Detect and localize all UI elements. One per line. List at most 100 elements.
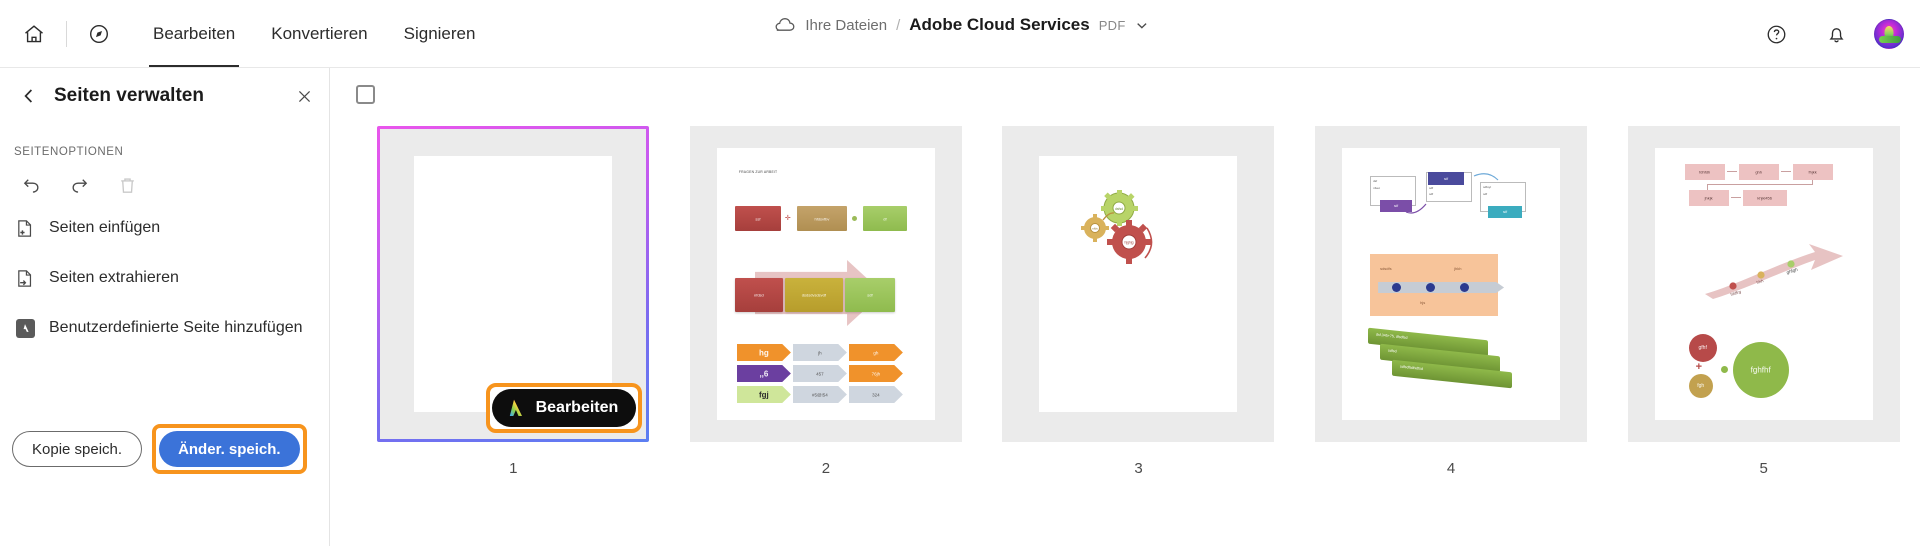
thumbnail-box[interactable]: dsfsd sfds hjghjg [1002, 126, 1275, 442]
p4-timeline-label: jhkh [1454, 266, 1462, 271]
tab-signieren-label: Signieren [403, 23, 476, 43]
page2-heading: FRAGEN ZUR ARBEIT [738, 170, 778, 174]
p2-bar-label: 76jh [871, 371, 881, 376]
close-icon[interactable] [296, 88, 313, 105]
adobe-acrobat-ai-icon [502, 396, 526, 420]
user-avatar[interactable] [1874, 19, 1904, 49]
page-number: 5 [1759, 460, 1768, 477]
thumbnail-strip: Bearbeiten 1 FRAGEN ZUR ARBEIT ssf ✛ hfd… [331, 126, 1920, 546]
sidebar-item-label: Seiten extrahieren [49, 269, 179, 286]
page-canvas: FRAGEN ZUR ARBEIT ssf ✛ hfdsvfbv df nfds… [716, 148, 935, 420]
extract-pages-icon [14, 267, 36, 289]
thumbnail-box[interactable]: fdhfdh ghh fhjkk jhkjk khjkl456 hfdfrg h… [1627, 126, 1900, 442]
sidebar-item-seiten-extrahieren[interactable]: Seiten extrahieren [0, 256, 329, 300]
breadcrumb: Ihre Dateien / Adobe Cloud Services PDF [770, 15, 1149, 35]
page-number: 1 [509, 460, 518, 477]
save-changes-button[interactable]: Änder. speich. [159, 431, 300, 467]
tab-bearbeiten-label: Bearbeiten [153, 23, 236, 43]
p2-bar-label: fgj [759, 390, 769, 399]
plus-icon: + [1695, 361, 1703, 373]
p2-bar-label: 324 [872, 392, 880, 397]
p4-timeline-label: sdsdfs [1380, 266, 1392, 271]
equals-dot-icon [851, 216, 857, 221]
p2-bar-label: gh [873, 350, 879, 355]
p2-box-label: hfdsvfbv [814, 216, 830, 221]
p2-bar-label: #5@!54 [811, 392, 828, 397]
home-icon[interactable] [12, 12, 56, 56]
p2-box-label: sdf [867, 292, 873, 298]
p5-flow-label: fdhfdh [1699, 169, 1711, 175]
p5-circle-label: fghfhf [1750, 365, 1771, 375]
p2-box-label: dsdsdvsdsvdf [801, 292, 826, 298]
breadcrumb-separator: / [896, 16, 901, 34]
p2-bar-label: hg [759, 348, 769, 357]
trash-icon [112, 170, 142, 200]
p5-flow-label: ghh [1755, 169, 1763, 175]
p5-flow-label: jhkjk [1704, 195, 1713, 201]
p5-circle-label: fgh [1697, 383, 1705, 389]
tab-konvertieren[interactable]: Konvertieren [253, 0, 385, 67]
save-copy-button[interactable]: Kopie speich. [12, 431, 143, 467]
page-thumbnail-1: Bearbeiten 1 [357, 126, 670, 477]
p2-bar-label: ,,6 [759, 369, 769, 378]
p5-flow-label: khjkl456 [1757, 195, 1773, 201]
top-bar-left: Bearbeiten Konvertieren Signieren [0, 0, 493, 67]
edit-chip-focus-ring: Bearbeiten [485, 383, 643, 433]
select-all-checkbox[interactable] [356, 85, 375, 104]
adobe-logo-icon [14, 317, 36, 339]
panel-title: Seiten verwalten [54, 85, 204, 106]
sidebar-item-label: Benutzerdefinierte Seite hinzufügen [49, 319, 303, 336]
tab-konvertieren-label: Konvertieren [271, 23, 368, 43]
panel-footer-actions: Kopie speich. Änder. speich. [0, 424, 330, 474]
undo-icon[interactable] [16, 170, 46, 200]
plus-icon: ✛ [784, 215, 791, 222]
p2-box-label: ssf [755, 216, 761, 221]
p2-box-label: nfdsd [753, 292, 764, 298]
help-circle-icon[interactable] [1754, 12, 1798, 56]
thumbnail-box[interactable]: FRAGEN ZUR ARBEIT ssf ✛ hfdsvfbv df nfds… [689, 126, 962, 442]
breadcrumb-filetype: PDF [1098, 17, 1126, 33]
breadcrumb-root[interactable]: Ihre Dateien [805, 17, 887, 34]
p4-timeline-label: hjs [1420, 300, 1426, 305]
bell-icon[interactable] [1814, 12, 1858, 56]
p4-bar-label: dsf,345+75, dfsdfsd [1376, 332, 1408, 340]
page-canvas: fdhfdh ghh fhjkk jhkjk khjkl456 hfdfrg h… [1654, 148, 1873, 420]
toolbar-divider [66, 20, 67, 47]
thumbnail-box[interactable]: Bearbeiten [377, 126, 649, 442]
page-canvas: dsfsd sfds hjghjg [1039, 156, 1238, 412]
page-thumbnail-2: FRAGEN ZUR ARBEIT ssf ✛ hfdsvfbv df nfds… [670, 126, 983, 477]
section-label-seitenoptionen: SEITENOPTIONEN [14, 146, 124, 158]
p5-flow-label: fhjkk [1808, 169, 1817, 175]
page-canvas [414, 156, 613, 412]
top-bar-right [1754, 0, 1904, 68]
p4-bar-label: sdfsd [1388, 348, 1397, 354]
redo-icon[interactable] [64, 170, 94, 200]
sidebar-item-label: Seiten einfügen [49, 219, 161, 236]
sidebar-item-benutzerdefinierte-seite[interactable]: Benutzerdefinierte Seite hinzufügen [0, 306, 329, 350]
compass-icon[interactable] [77, 12, 121, 56]
page-thumbnails-area: Bearbeiten 1 FRAGEN ZUR ARBEIT ssf ✛ hfd… [331, 68, 1920, 546]
sidebar-item-seiten-einfuegen[interactable]: Seiten einfügen [0, 206, 329, 250]
tab-bearbeiten[interactable]: Bearbeiten [135, 0, 253, 67]
page-thumbnail-5: fdhfdh ghh fhjkk jhkjk khjkl456 hfdfrg h… [1607, 126, 1920, 477]
save-changes-focus-ring: Änder. speich. [152, 424, 307, 474]
chevron-left-icon[interactable] [16, 83, 42, 109]
top-bar: Bearbeiten Konvertieren Signieren Ihre D… [0, 0, 1920, 68]
insert-pages-icon [14, 217, 36, 239]
chevron-down-icon[interactable] [1135, 18, 1150, 33]
edit-chip-label: Bearbeiten [535, 399, 619, 416]
manage-pages-panel: Seiten verwalten SEITENOPTIONEN Seiten e… [0, 68, 330, 546]
p5-circle-label: gfhf [1698, 345, 1707, 351]
page-thumbnail-3: dsfsd sfds hjghjg 3 [982, 126, 1295, 477]
p2-box-label: df [883, 216, 887, 221]
top-nav-tabs: Bearbeiten Konvertieren Signieren [135, 0, 493, 67]
thumbnail-box[interactable]: dsf nfuet sdf sdf sdf sdf sdfuyt sdf sdf [1315, 126, 1588, 442]
page-number: 3 [1134, 460, 1143, 477]
p4-bar-label: sdfsdfsdfsdfsd [1400, 364, 1424, 371]
breadcrumb-filename: Adobe Cloud Services [909, 15, 1090, 34]
edit-page-chip[interactable]: Bearbeiten [491, 389, 637, 427]
p2-bar-label: 457 [816, 371, 824, 376]
tab-signieren[interactable]: Signieren [386, 0, 494, 67]
page-tools-row [0, 158, 329, 200]
page-number: 4 [1446, 460, 1456, 477]
